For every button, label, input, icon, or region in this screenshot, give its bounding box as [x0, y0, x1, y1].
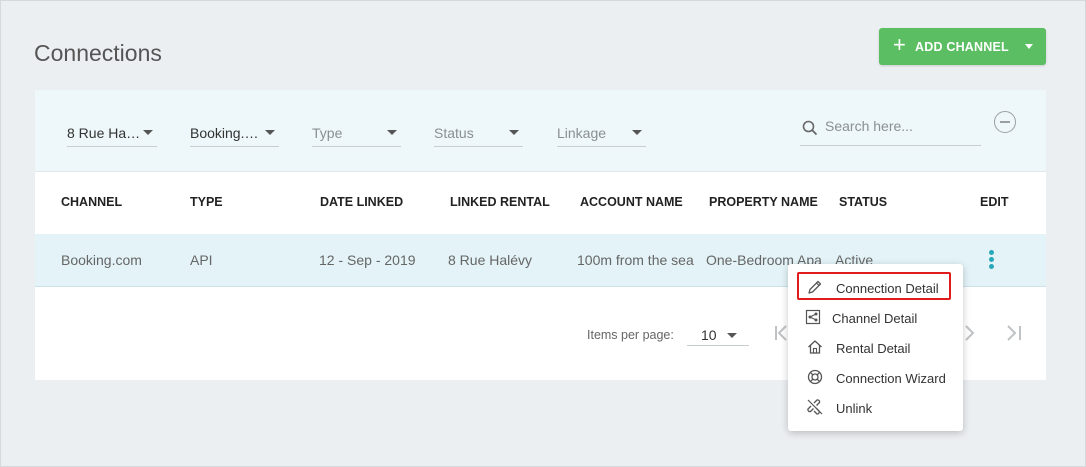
search-input[interactable] [825, 118, 975, 134]
add-channel-dropdown-caret-icon[interactable] [1025, 44, 1033, 49]
chevron-down-icon [265, 130, 275, 135]
first-page-icon[interactable] [773, 323, 789, 343]
chevron-down-icon [727, 333, 737, 338]
type-filter-placeholder: Type [312, 125, 343, 141]
column-header-edit: EDIT [980, 195, 1009, 209]
items-per-page-value: 10 [701, 327, 717, 343]
rental-filter-dropdown[interactable]: 8 Rue Ha… [67, 116, 157, 147]
menu-item-label: Unlink [836, 401, 873, 416]
plus-icon: + [893, 32, 906, 57]
chevron-down-icon [632, 130, 642, 135]
menu-item-unlink[interactable]: Unlink [788, 392, 963, 422]
linkage-filter-dropdown[interactable]: Linkage [557, 116, 646, 147]
pencil-icon [808, 280, 822, 294]
add-channel-button[interactable]: + ADD CHANNEL [879, 28, 1046, 65]
items-per-page-select[interactable]: 10 [687, 320, 749, 346]
type-filter-dropdown[interactable]: Type [312, 116, 401, 147]
search-icon [802, 120, 818, 136]
menu-item-label: Rental Detail [836, 341, 911, 356]
cell-channel: Booking.com [61, 252, 142, 268]
filter-bar: 8 Rue Ha… Booking.… Type Status Linkage [35, 90, 1046, 172]
cell-account-name: 100m from the sea [577, 252, 694, 268]
cell-date-linked: 12 - Sep - 2019 [319, 252, 416, 268]
column-header-linked-rental[interactable]: LINKED RENTAL [450, 195, 550, 209]
chevron-down-icon [143, 130, 153, 135]
menu-item-label: Connection Detail [836, 281, 939, 296]
menu-item-label: Channel Detail [832, 311, 918, 326]
table-header: CHANNEL TYPE DATE LINKED LINKED RENTAL A… [35, 172, 1046, 234]
row-context-menu: Connection Detail Channel Detail Rental … [788, 264, 963, 431]
menu-item-channel-detail[interactable]: Channel Detail [788, 302, 963, 332]
menu-item-connection-wizard[interactable]: Connection Wizard [788, 362, 963, 392]
search-box [800, 112, 981, 146]
cell-linked-rental: 8 Rue Halévy [448, 252, 533, 268]
status-filter-dropdown[interactable]: Status [434, 116, 523, 147]
chevron-down-icon [387, 130, 397, 135]
more-vert-icon[interactable] [989, 250, 995, 270]
menu-item-connection-detail[interactable]: Connection Detail [788, 272, 963, 302]
column-header-channel[interactable]: CHANNEL [61, 195, 122, 209]
column-header-date-linked[interactable]: DATE LINKED [320, 195, 403, 209]
items-per-page-label: Items per page: [587, 328, 674, 342]
unlink-icon [807, 399, 823, 415]
column-header-type[interactable]: TYPE [190, 195, 223, 209]
chevron-down-icon [509, 130, 519, 135]
add-channel-label: ADD CHANNEL [915, 40, 1009, 54]
home-icon [808, 340, 822, 354]
last-page-icon[interactable] [1005, 323, 1023, 343]
channel-filter-value: Booking.… [190, 125, 259, 141]
column-header-property-name[interactable]: PROPERTY NAME [709, 195, 818, 209]
cell-type: API [190, 252, 213, 268]
page-title: Connections [34, 40, 162, 66]
next-page-icon[interactable] [962, 323, 978, 343]
remove-circle-icon[interactable] [994, 111, 1016, 133]
linkage-filter-placeholder: Linkage [557, 125, 607, 141]
column-header-status[interactable]: STATUS [839, 195, 887, 209]
share-icon [805, 309, 821, 325]
channel-filter-dropdown[interactable]: Booking.… [190, 116, 279, 147]
menu-item-rental-detail[interactable]: Rental Detail [788, 332, 963, 362]
menu-item-label: Connection Wizard [836, 371, 946, 386]
rental-filter-value: 8 Rue Ha… [67, 125, 141, 141]
status-filter-placeholder: Status [434, 125, 474, 141]
lifebuoy-icon [807, 369, 823, 385]
column-header-account-name[interactable]: ACCOUNT NAME [580, 195, 683, 209]
